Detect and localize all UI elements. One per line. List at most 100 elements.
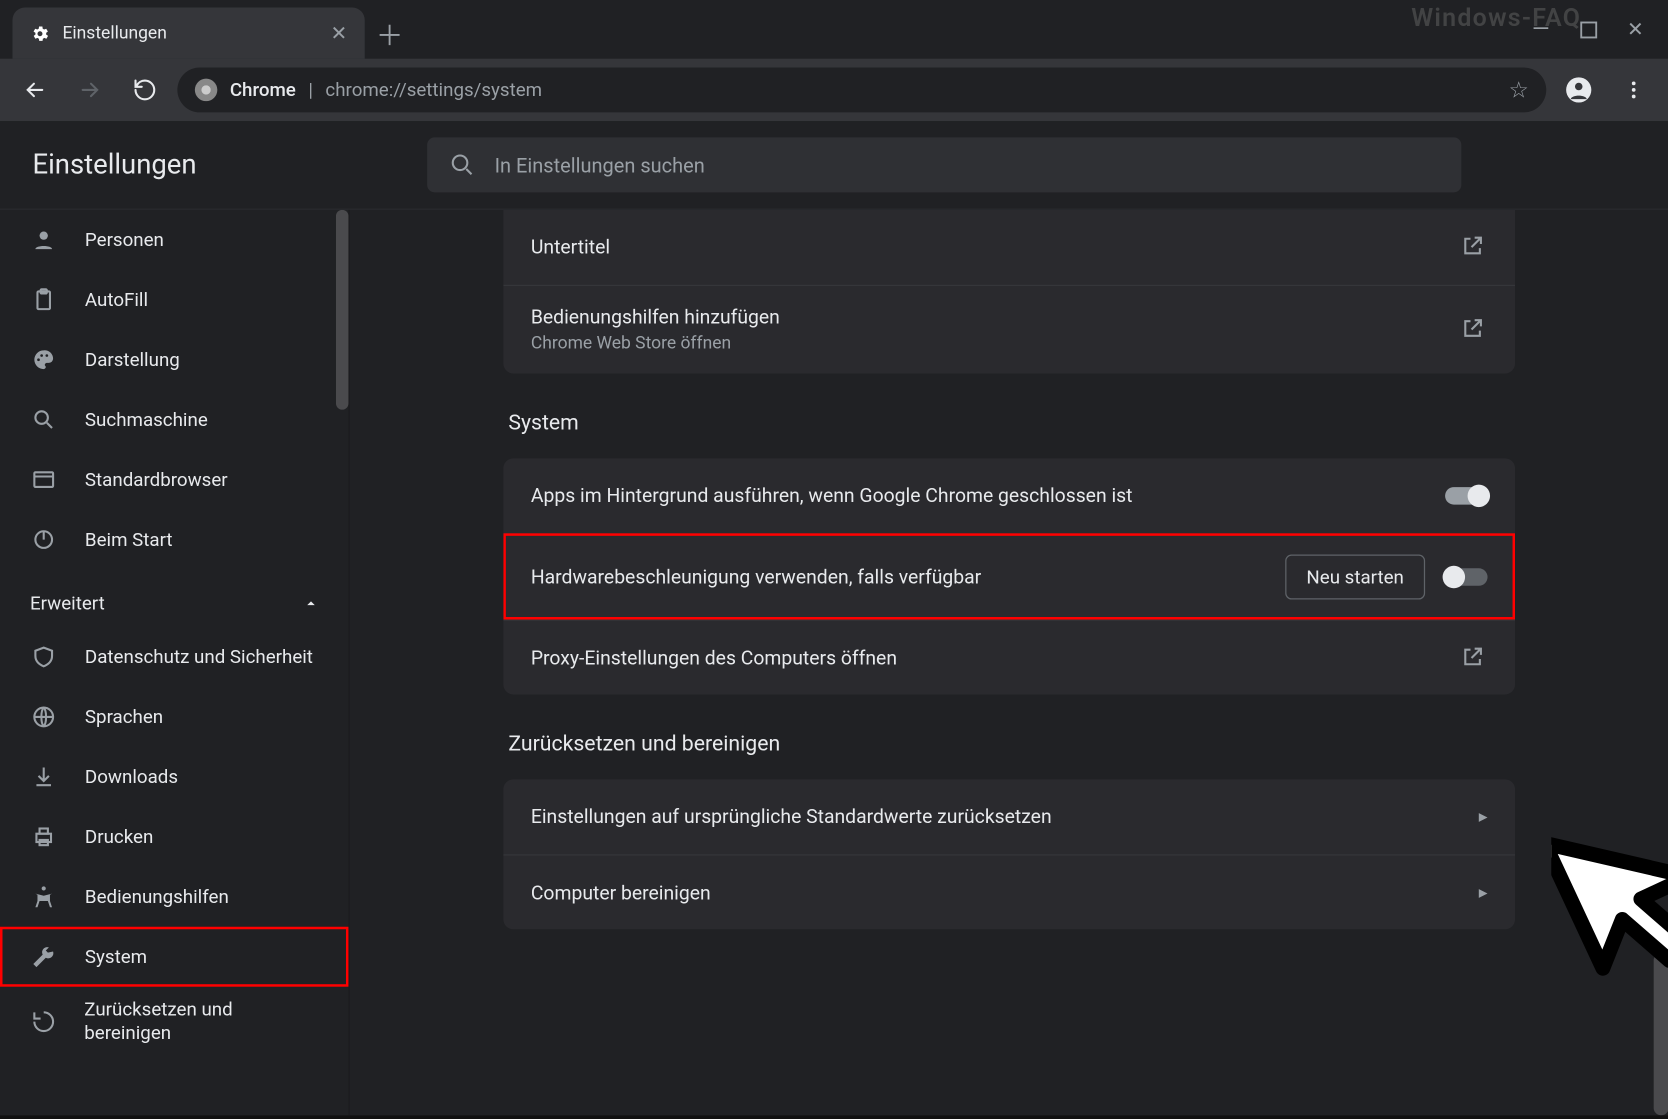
chrome-icon	[195, 79, 217, 101]
search-icon	[30, 406, 57, 433]
sidebar-item-label: Drucken	[85, 826, 153, 848]
main-scrollbar[interactable]	[1654, 210, 1668, 1116]
titlebar: Einstellungen ✕ ＋ Windows-FAQ — ✕	[0, 0, 1668, 59]
sidebar-item-downloads[interactable]: Downloads	[0, 747, 348, 807]
sidebar-item-autofill[interactable]: AutoFill	[0, 270, 348, 330]
sidebar-section-label: Erweitert	[30, 592, 105, 614]
browser-icon	[30, 466, 57, 493]
row-cleanup[interactable]: Computer bereinigen ▸	[503, 854, 1515, 929]
sidebar-item-appearance[interactable]: Darstellung	[0, 330, 348, 390]
restart-button[interactable]: Neu starten	[1285, 555, 1425, 600]
sidebar-item-label: Bedienungshilfen	[85, 886, 229, 908]
sidebar-item-system[interactable]: System	[0, 927, 348, 987]
section-head-system: System	[508, 411, 1510, 436]
toggle-hardware-accel[interactable]	[1445, 568, 1487, 585]
sidebar-item-label: Personen	[85, 229, 164, 251]
palette-icon	[30, 346, 57, 373]
row-title: Bedienungshilfen hinzufügen	[531, 306, 1440, 328]
browser-tab[interactable]: Einstellungen ✕	[12, 7, 364, 58]
row-proxy[interactable]: Proxy-Einstellungen des Computers öffnen	[503, 620, 1515, 695]
row-background-apps[interactable]: Apps im Hintergrund ausführen, wenn Goog…	[503, 458, 1515, 533]
settings-main: Untertitel Bedienungshilfen hinzufügen C…	[350, 210, 1668, 1116]
omnibox[interactable]: Chrome | chrome://settings/system ☆	[177, 67, 1546, 112]
open-external-icon	[1460, 644, 1487, 671]
restore-icon	[30, 1008, 57, 1035]
chevron-right-icon: ▸	[1479, 807, 1488, 827]
shield-icon	[30, 643, 57, 670]
search-icon	[450, 152, 475, 177]
chrome-window: { "watermark":"Windows-FAQ", "tab":{"tit…	[0, 0, 1668, 1115]
toggle-background-apps[interactable]	[1445, 487, 1487, 504]
tab-title: Einstellungen	[62, 23, 318, 43]
row-title: Hardwarebeschleunigung verwenden, falls …	[531, 566, 1265, 588]
page-title: Einstellungen	[32, 149, 196, 180]
new-tab-button[interactable]: ＋	[365, 7, 415, 58]
row-reset-defaults[interactable]: Einstellungen auf ursprüngliche Standard…	[503, 779, 1515, 854]
open-external-icon	[1460, 316, 1487, 343]
chevron-right-icon: ▸	[1479, 882, 1488, 902]
forward-button[interactable]	[67, 67, 112, 112]
sidebar-item-accessibility[interactable]: Bedienungshilfen	[0, 867, 348, 927]
accessibility-icon	[30, 883, 57, 910]
sidebar-item-label: Suchmaschine	[85, 408, 208, 430]
power-icon	[30, 526, 57, 553]
toolbar: Chrome | chrome://settings/system ☆	[0, 59, 1668, 121]
row-subtitle: Chrome Web Store öffnen	[531, 333, 1440, 353]
sidebar-item-privacy[interactable]: Datenschutz und Sicherheit	[0, 627, 348, 687]
sidebar-item-label: System	[85, 945, 147, 967]
sidebar-item-label: Downloads	[85, 766, 178, 788]
sidebar-item-languages[interactable]: Sprachen	[0, 687, 348, 747]
search-input[interactable]	[492, 152, 1439, 178]
sidebar-item-label: Sprachen	[85, 706, 163, 728]
sidebar-item-reset[interactable]: Zurücksetzen und bereinigen	[0, 987, 348, 1057]
sidebar-item-label: Darstellung	[85, 348, 180, 370]
row-title: Untertitel	[531, 236, 1440, 258]
row-title: Apps im Hintergrund ausführen, wenn Goog…	[531, 485, 1425, 507]
close-window-icon[interactable]: ✕	[1627, 17, 1644, 41]
system-card: Apps im Hintergrund ausführen, wenn Goog…	[503, 458, 1515, 694]
row-subtitles[interactable]: Untertitel	[503, 210, 1515, 285]
sidebar-item-default-browser[interactable]: Standardbrowser	[0, 450, 348, 510]
gear-icon	[30, 23, 50, 43]
sidebar-item-printing[interactable]: Drucken	[0, 807, 348, 867]
section-head-reset: Zurücksetzen und bereinigen	[508, 732, 1510, 757]
download-icon	[30, 763, 57, 790]
sidebar: Personen AutoFill Darstellung Suchmaschi…	[0, 210, 350, 1116]
chevron-up-icon	[304, 596, 319, 611]
clipboard-icon	[30, 286, 57, 313]
sidebar-item-label: Beim Start	[85, 528, 173, 550]
reset-card: Einstellungen auf ursprüngliche Standard…	[503, 779, 1515, 929]
open-external-icon	[1460, 234, 1487, 261]
sidebar-item-label: Zurücksetzen und bereinigen	[84, 997, 318, 1046]
omnibox-separator: |	[308, 79, 313, 101]
reload-button[interactable]	[122, 67, 167, 112]
printer-icon	[30, 823, 57, 850]
sidebar-section-advanced[interactable]: Erweitert	[0, 570, 348, 627]
sidebar-item-persons[interactable]: Personen	[0, 210, 348, 270]
maximize-icon[interactable]	[1579, 21, 1596, 38]
close-tab-icon[interactable]: ✕	[330, 21, 347, 45]
row-title: Proxy-Einstellungen des Computers öffnen	[531, 646, 1440, 668]
sidebar-item-label: AutoFill	[85, 289, 148, 311]
profile-button[interactable]	[1556, 67, 1601, 112]
sidebar-item-label: Datenschutz und Sicherheit	[85, 646, 313, 668]
sidebar-item-onstartup[interactable]: Beim Start	[0, 510, 348, 570]
accessibility-card: Untertitel Bedienungshilfen hinzufügen C…	[503, 210, 1515, 374]
omnibox-label: Chrome	[230, 79, 296, 101]
person-icon	[30, 226, 57, 253]
wrench-icon	[30, 943, 57, 970]
row-hardware-accel[interactable]: Hardwarebeschleunigung verwenden, falls …	[503, 533, 1515, 619]
sidebar-item-label: Standardbrowser	[85, 468, 228, 490]
back-button[interactable]	[12, 67, 57, 112]
menu-button[interactable]	[1611, 67, 1656, 112]
settings-header: Einstellungen	[0, 121, 1668, 208]
sidebar-item-search[interactable]: Suchmaschine	[0, 390, 348, 450]
settings-search[interactable]	[427, 137, 1461, 192]
bookmark-star-icon[interactable]: ☆	[1509, 77, 1529, 103]
watermark: Windows-FAQ	[1411, 2, 1581, 32]
sidebar-scrollbar[interactable]	[336, 210, 348, 1116]
omnibox-url: chrome://settings/system	[325, 79, 542, 101]
globe-icon	[30, 703, 57, 730]
row-title: Einstellungen auf ursprüngliche Standard…	[531, 806, 1459, 828]
row-add-accessibility[interactable]: Bedienungshilfen hinzufügen Chrome Web S…	[503, 285, 1515, 374]
